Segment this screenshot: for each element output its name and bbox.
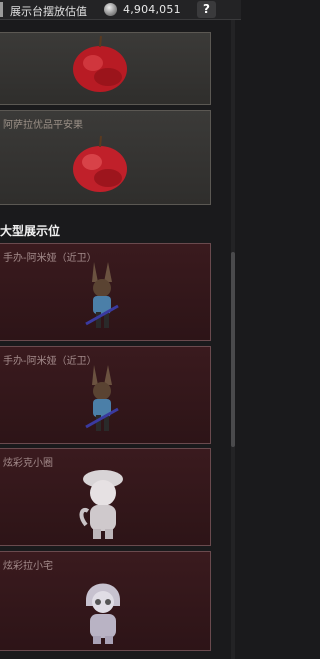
amiya-figure-icon [85,262,119,328]
top-bar: 展示台摆放估值 4,904,051 ? [0,0,241,20]
display-slot-apple-1[interactable] [0,32,211,105]
chibi-hat-figure-icon [79,470,123,539]
apple-icon [73,135,127,192]
slot-label: 阿萨拉优品平安果 [3,120,83,131]
scrollbar-thumb[interactable] [231,252,235,447]
display-slot-apple-2[interactable]: 阿萨拉优品平安果 [0,110,211,205]
display-slot-chibi-hat[interactable]: 炫彩克小圈 [0,448,211,546]
coin-icon [104,3,117,16]
amiya-figure-icon [85,365,119,431]
scrollbar[interactable] [231,20,235,659]
chibi-hood-figure-icon [86,583,120,644]
large-display-section-title: 大型展示位 [0,224,61,238]
display-slot-amiya-1[interactable]: 手办-阿米娅（近卫） [0,243,211,341]
help-button[interactable]: ? [197,1,216,18]
slot-label: 炫彩克小圈 [3,458,53,469]
apple-icon [73,35,127,92]
display-slot-chibi-hood[interactable]: 炫彩拉小宅 [0,551,211,651]
display-slot-amiya-2[interactable]: 手办-阿米娅（近卫） [0,346,211,444]
valuation-title: 展示台摆放估值 [10,5,87,18]
slot-label: 炫彩拉小宅 [3,561,53,572]
topbar-accent [0,2,3,17]
valuation-amount: 4,904,051 [123,3,181,16]
